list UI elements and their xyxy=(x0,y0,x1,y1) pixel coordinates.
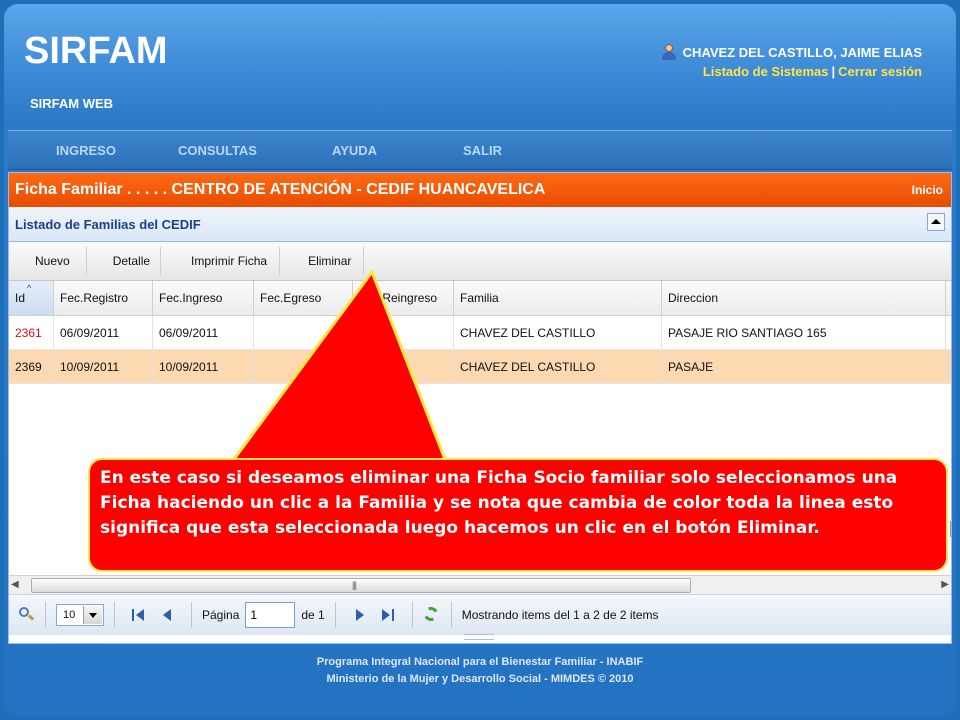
menu-salir[interactable]: SALIR xyxy=(463,143,502,158)
main-menu: INGRESO CONSULTAS AYUDA SALIR xyxy=(8,130,952,170)
panel-resize-grip[interactable] xyxy=(464,634,494,640)
sort-up-icon: ^ xyxy=(27,283,32,293)
table-row-selected[interactable]: 2369 10/09/2011 10/09/2011 CHAVEZ DEL CA… xyxy=(9,350,951,384)
app-subtitle: SIRFAM WEB xyxy=(30,96,114,111)
user-name-row: CHAVEZ DEL CASTILLO, JAIME ELIAS xyxy=(661,44,922,60)
col-header-fec-egreso[interactable]: Fec.Egreso xyxy=(254,281,353,315)
print-button[interactable]: Imprimir Ficha xyxy=(161,247,281,275)
panel-title-bar: Ficha Familiar . . . . . CENTRO DE ATENC… xyxy=(9,173,951,207)
separator xyxy=(191,602,192,628)
separator xyxy=(450,602,452,628)
families-grid: ^ Id Fec.Registro Fec.Ingreso Fec.Egreso … xyxy=(9,281,951,537)
scroll-left-icon[interactable]: ◀ xyxy=(11,579,19,590)
cell-fec-ingreso: 06/09/2011 xyxy=(153,316,254,349)
cell-familia: CHAVEZ DEL CASTILLO xyxy=(454,350,662,383)
page-size-select[interactable]: 10 xyxy=(56,604,104,626)
refresh-icon[interactable] xyxy=(421,605,441,624)
col-header-direccion[interactable]: Direccion xyxy=(662,281,946,315)
menu-consultas[interactable]: CONSULTAS xyxy=(178,143,257,158)
panel-title: Ficha Familiar . . . . . CENTRO DE ATENC… xyxy=(15,181,546,198)
app-frame: SIRFAM SIRFAM WEB CHAVEZ DEL CASTILLO, J… xyxy=(4,4,956,716)
cell-fec-registro: 06/09/2011 xyxy=(54,316,153,349)
instruction-callout: En este caso si deseamos eliminar una Fi… xyxy=(88,458,948,572)
detail-button[interactable]: Detalle xyxy=(87,247,162,275)
col-header-fec-ingreso[interactable]: Fec.Ingreso xyxy=(153,281,254,315)
grid-toolbar: Nuevo Detalle Imprimir Ficha Eliminar xyxy=(9,242,951,281)
cell-fec-ingreso: 10/09/2011 xyxy=(153,350,254,383)
page-footer: Programa Integral Nacional para el Biene… xyxy=(4,654,956,688)
systems-link[interactable]: Listado de Sistemas xyxy=(703,64,829,79)
cell-fec-reingreso xyxy=(353,350,454,383)
separator xyxy=(334,602,336,628)
link-separator: | xyxy=(831,64,836,79)
new-button[interactable]: Nuevo xyxy=(9,247,87,275)
cell-fec-reingreso xyxy=(353,316,454,349)
footer-line-1: Programa Integral Nacional para el Biene… xyxy=(316,656,644,668)
app-header: SIRFAM SIRFAM WEB CHAVEZ DEL CASTILLO, J… xyxy=(4,4,956,126)
separator xyxy=(411,602,413,628)
grid-header-bar: Listado de Familias del CEDIF xyxy=(9,207,951,242)
menu-ayuda[interactable]: AYUDA xyxy=(332,143,377,158)
cell-fec-registro: 10/09/2011 xyxy=(54,350,153,383)
cell-direccion: PASAJE RIO SANTIAGO 165 xyxy=(662,316,946,349)
user-icon xyxy=(661,44,677,60)
user-box: CHAVEZ DEL CASTILLO, JAIME ELIAS Listado… xyxy=(661,44,922,79)
grid-column-headers: ^ Id Fec.Registro Fec.Ingreso Fec.Egreso … xyxy=(9,281,951,316)
home-link[interactable]: Inicio xyxy=(912,183,943,197)
page-total-label: de 1 xyxy=(301,608,325,622)
cell-familia: CHAVEZ DEL CASTILLO xyxy=(454,316,662,349)
chevron-down-icon[interactable] xyxy=(83,606,102,624)
delete-button[interactable]: Eliminar xyxy=(280,247,365,275)
cell-fec-egreso xyxy=(254,316,353,349)
separator xyxy=(45,602,46,628)
logout-link[interactable]: Cerrar sesión xyxy=(838,64,922,79)
page-label: Página xyxy=(202,608,240,622)
scroll-right-icon[interactable]: ▶ xyxy=(941,579,949,590)
next-page-icon[interactable] xyxy=(352,607,368,623)
scroll-thumb[interactable]: ||| xyxy=(31,578,691,593)
table-row[interactable]: 2361 06/09/2011 06/09/2011 CHAVEZ DEL CA… xyxy=(9,316,951,350)
horizontal-scrollbar[interactable]: ◀ ||| ▶ xyxy=(9,575,951,594)
cell-direccion: PASAJE xyxy=(662,350,946,383)
last-page-icon[interactable] xyxy=(380,607,396,623)
cell-fec-egreso xyxy=(254,350,353,383)
collapse-button[interactable] xyxy=(927,213,945,231)
menu-ingreso[interactable]: INGRESO xyxy=(56,143,116,158)
prev-page-icon[interactable] xyxy=(159,607,175,623)
cell-id: 2361 xyxy=(9,316,54,349)
paging-status: Mostrando items del 1 a 2 de 2 items xyxy=(461,608,659,622)
col-header-id[interactable]: ^ Id xyxy=(9,281,54,315)
grid-title: Listado de Familias del CEDIF xyxy=(15,216,201,232)
family-panel: Ficha Familiar . . . . . CENTRO DE ATENC… xyxy=(8,172,952,644)
cell-id: 2369 xyxy=(9,350,54,383)
grip-icon: ||| xyxy=(352,580,357,590)
paging-toolbar: 10 Página de 1 Mostrando items del 1 a 2… xyxy=(9,594,951,635)
separator xyxy=(114,602,115,628)
col-header-familia[interactable]: Familia xyxy=(454,281,662,315)
search-icon[interactable] xyxy=(19,607,35,623)
first-page-icon[interactable] xyxy=(131,607,147,623)
col-header-fec-registro[interactable]: Fec.Registro xyxy=(54,281,153,315)
footer-line-2: Ministerio de la Mujer y Desarrollo Soci… xyxy=(326,673,634,685)
page-number-input[interactable] xyxy=(245,602,296,628)
app-title: SIRFAM xyxy=(24,30,168,72)
user-links: Listado de Sistemas | Cerrar sesión xyxy=(661,64,922,79)
col-header-fec-reingreso[interactable]: Fec.Reingreso xyxy=(353,281,454,315)
user-name: CHAVEZ DEL CASTILLO, JAIME ELIAS xyxy=(682,44,922,60)
